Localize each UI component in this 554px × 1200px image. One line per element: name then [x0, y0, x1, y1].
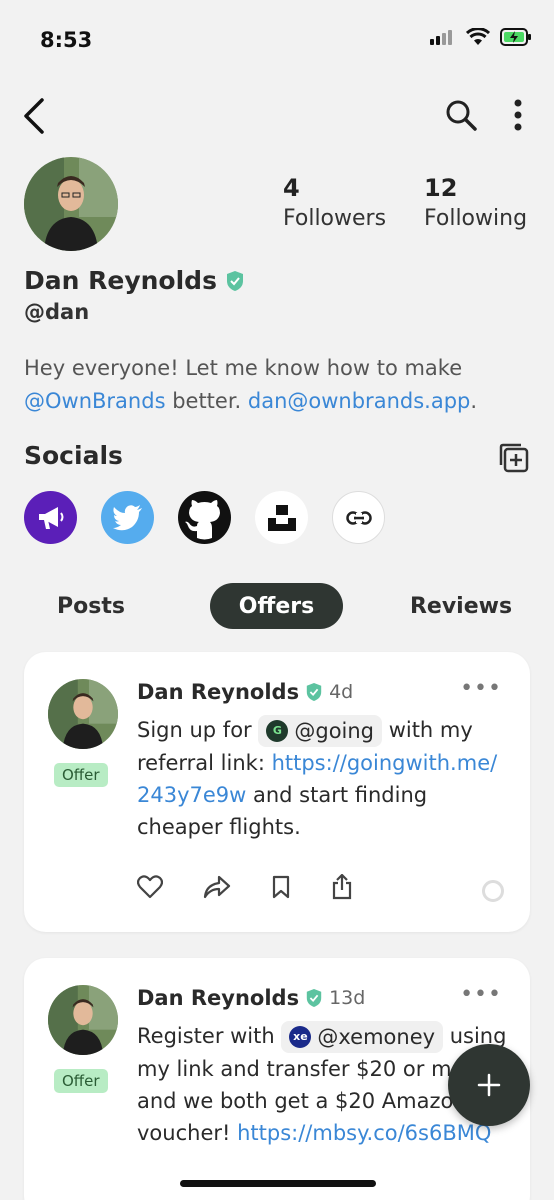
post-author-name[interactable]: Dan Reynolds [137, 680, 299, 704]
post-timestamp: 13d [329, 987, 366, 1009]
followers-count: 4 [283, 174, 300, 202]
bio-text: Hey everyone! Let me know how to make [24, 356, 463, 380]
verified-shield-icon [306, 989, 322, 1007]
going-logo-icon: G [266, 720, 289, 742]
verified-shield-icon [306, 683, 322, 701]
select-radio[interactable] [482, 880, 504, 902]
mention-chip[interactable]: xe @xemoney [281, 1021, 444, 1053]
profile-name-row: Dan Reynolds [24, 266, 245, 295]
tab-offers[interactable]: Offers [210, 583, 343, 629]
megaphone-icon [38, 506, 63, 529]
social-link-button[interactable] [332, 491, 385, 544]
profile-avatar [24, 157, 118, 251]
unsplash-icon [267, 504, 296, 531]
add-social-button[interactable] [496, 440, 530, 474]
post-author-avatar[interactable] [48, 985, 118, 1055]
post-timestamp: 4d [329, 681, 354, 703]
xe-logo-icon: xe [289, 1026, 312, 1048]
followers-label: Followers [283, 206, 387, 231]
bio-text: . [470, 389, 478, 413]
post-more-button[interactable]: ••• [460, 676, 502, 701]
post-author-avatar[interactable] [48, 679, 118, 749]
create-post-button[interactable] [448, 1044, 530, 1126]
post-header: Dan Reynolds 13d [137, 986, 365, 1010]
library-add-icon [499, 443, 529, 473]
heart-icon[interactable] [137, 875, 163, 899]
bio-email-link[interactable]: dan@ownbrands.app [248, 389, 470, 413]
post-link[interactable]: https://mbsy.co/6s6BMQ [237, 1121, 491, 1145]
link-icon [345, 510, 372, 525]
profile-handle: @dan [24, 300, 90, 324]
twitter-icon [112, 504, 142, 530]
back-button[interactable] [18, 96, 50, 136]
search-icon [446, 100, 477, 131]
followers-stat[interactable]: 4 Followers [283, 174, 386, 231]
chevron-left-icon [24, 98, 44, 134]
bio-mention-link[interactable]: @OwnBrands [24, 389, 166, 413]
verified-shield-icon [226, 270, 243, 291]
signal-icon [430, 30, 452, 45]
profile-name: Dan Reynolds [24, 266, 217, 295]
share-upload-icon[interactable] [331, 874, 353, 900]
home-indicator [180, 1180, 376, 1187]
mention-chip-label: @going [294, 719, 375, 743]
post-header: Dan Reynolds 4d [137, 680, 353, 704]
post-body: Register with xe @xemoney using my link a… [137, 1020, 507, 1200]
following-label: Following [424, 206, 528, 231]
github-icon [178, 491, 231, 544]
offer-badge: Offer [54, 763, 108, 787]
tab-posts[interactable]: Posts [24, 583, 158, 629]
status-icons [430, 28, 532, 46]
share-forward-icon[interactable] [203, 875, 231, 899]
post-text: Register with [137, 1024, 282, 1048]
offer-badge: Offer [54, 1069, 108, 1093]
socials-title: Socials [24, 441, 123, 470]
social-unsplash-button[interactable] [255, 491, 308, 544]
following-count: 12 [424, 174, 458, 202]
wifi-icon [466, 28, 490, 45]
plus-icon [477, 1073, 501, 1097]
profile-bio: Hey everyone! Let me know how to make @O… [24, 352, 524, 418]
tab-reviews[interactable]: Reviews [396, 583, 526, 629]
bio-text: better. [165, 389, 248, 413]
post-body: Sign up for G @going with my referral lin… [137, 714, 507, 843]
social-twitter-button[interactable] [101, 491, 154, 544]
social-github-button[interactable] [178, 491, 231, 544]
post-author-name[interactable]: Dan Reynolds [137, 986, 299, 1010]
more-options-button[interactable] [506, 97, 530, 133]
battery-icon [500, 28, 531, 46]
bookmark-icon[interactable] [271, 875, 291, 899]
post-text: Sign up for [137, 718, 259, 742]
mention-chip[interactable]: G @going [258, 715, 383, 747]
following-stat[interactable]: 12 Following [424, 174, 527, 231]
offer-card[interactable]: Offer Dan Reynolds 4d ••• Sign up for G @… [24, 652, 530, 932]
post-actions [137, 874, 353, 900]
mention-chip-label: @xemoney [317, 1025, 436, 1049]
more-vertical-icon [514, 99, 522, 131]
status-time: 8:53 [40, 28, 93, 52]
social-megaphone-button[interactable] [24, 491, 77, 544]
search-button[interactable] [443, 97, 479, 133]
post-more-button[interactable]: ••• [460, 982, 502, 1007]
